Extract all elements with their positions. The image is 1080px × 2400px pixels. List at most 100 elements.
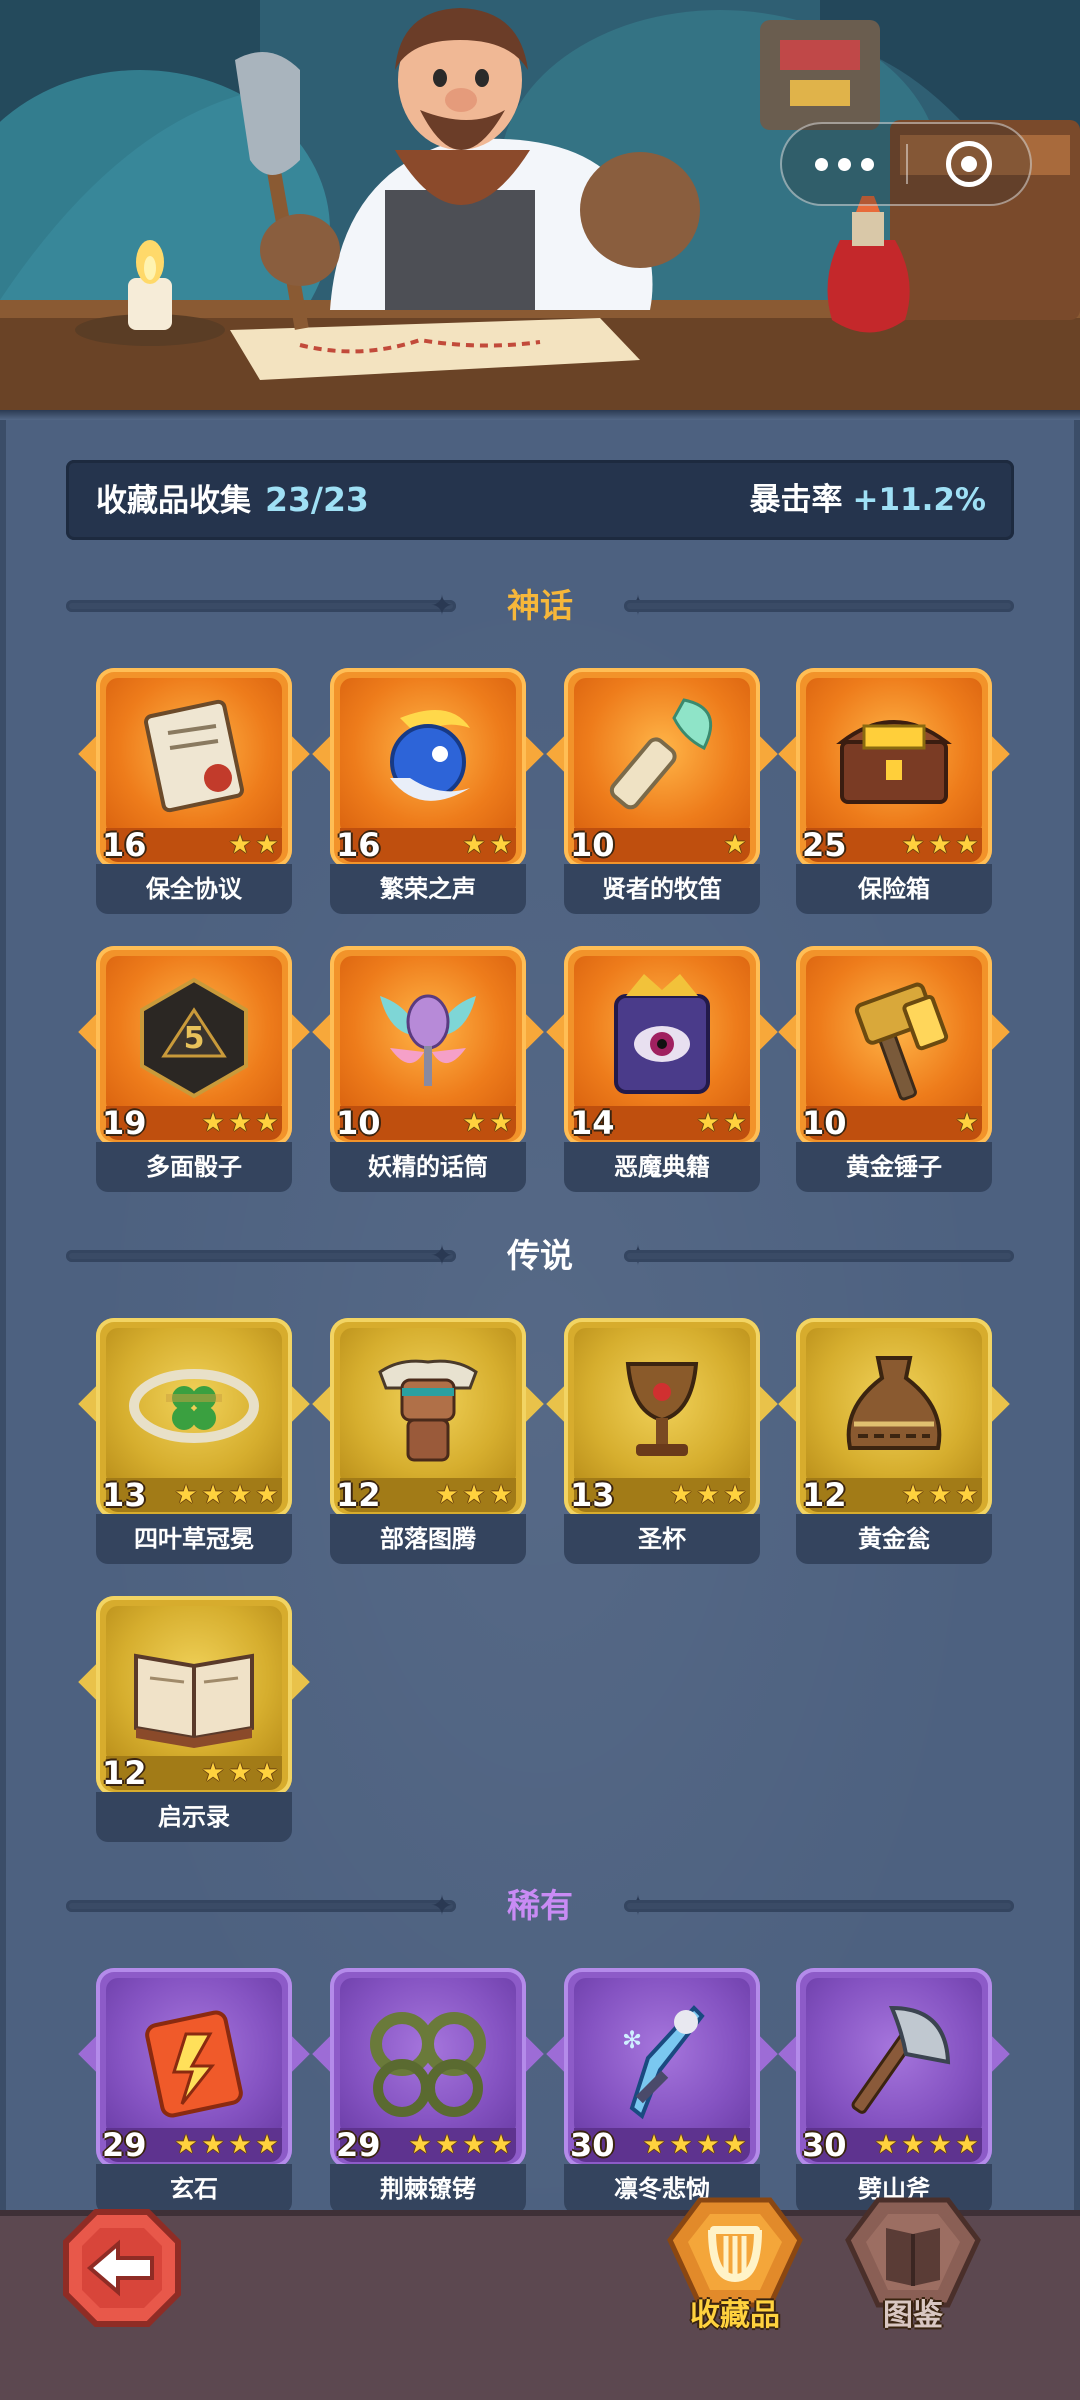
star-icon: ★ — [255, 830, 279, 860]
star-icon: ★ — [228, 830, 252, 860]
collectible-card[interactable]: 13 ★ ★ ★ 圣杯 — [546, 1318, 778, 1564]
card-icon-area — [340, 956, 516, 1114]
star-icon: ★ — [201, 1758, 225, 1788]
blue-orb-icon — [390, 710, 470, 801]
star-icon: ★ — [462, 1480, 486, 1510]
card-level: 29 — [336, 2126, 381, 2164]
star-icon: ★ — [228, 2130, 252, 2160]
card-star-rating: ★ ★ ★ — [668, 1482, 748, 1508]
card-star-rating: ★ ★ — [461, 1110, 514, 1136]
crit-rate-group: 暴击率 +11.2% — [749, 460, 986, 540]
card-level: 29 — [102, 2126, 147, 2164]
collectible-card[interactable]: 25 ★ ★ ★ 保险箱 — [778, 668, 1010, 914]
collectible-card[interactable]: 10 ★ 贤者的牧笛 — [546, 668, 778, 914]
card-star-rating: ★ — [954, 1110, 980, 1136]
collectible-card[interactable]: 10 ★ ★ 妖精的话筒 — [312, 946, 544, 1192]
star-icon: ★ — [696, 1108, 720, 1138]
collectible-card[interactable]: 12 ★ ★ ★ 部落图腾 — [312, 1318, 544, 1564]
star-icon: ★ — [489, 830, 513, 860]
section-divider-legend: ✦ 传说 ✦ — [66, 1230, 1014, 1282]
card-level: 12 — [336, 1476, 381, 1514]
collection-summary-bar: 收藏品收集 23/23 暴击率 +11.2% — [66, 460, 1014, 540]
star-icon: ★ — [489, 1480, 513, 1510]
card-name: 圣杯 — [638, 1525, 686, 1553]
golden-urn-icon — [846, 1356, 942, 1450]
card-icon-area — [574, 1328, 750, 1486]
divider-line-right — [624, 600, 1014, 612]
star-icon: ★ — [201, 2130, 225, 2160]
star-icon: ★ — [174, 2130, 198, 2160]
card-star-rating: ★ ★ ★ — [900, 832, 980, 858]
card-name: 妖精的话筒 — [368, 1153, 488, 1181]
card-icon-area — [106, 1328, 282, 1486]
battle-axe-icon — [851, 2005, 951, 2114]
collection-title: 收藏品收集 — [96, 483, 251, 519]
star-icon: ★ — [255, 1480, 279, 1510]
card-icon-area: 5 — [106, 956, 282, 1114]
collection-count: 23/23 — [265, 480, 369, 519]
nav-collection-tab[interactable]: 收藏品 — [660, 2190, 810, 2360]
section-divider-rare: ✦ 稀有 ✦ — [66, 1880, 1014, 1932]
hero-illustration — [0, 0, 1080, 416]
star-icon: ★ — [928, 830, 952, 860]
collectible-card[interactable]: ✻ 30 ★ ★ ★ ★ 凛冬悲恸 — [546, 1968, 778, 2214]
divider-line-right — [624, 1900, 1014, 1912]
card-level: 14 — [570, 1104, 615, 1142]
card-star-rating: ★ ★ — [227, 832, 280, 858]
card-level: 10 — [336, 1104, 381, 1142]
star-icon: ★ — [435, 1480, 459, 1510]
star-icon: ★ — [228, 1108, 252, 1138]
back-button[interactable] — [60, 2206, 184, 2330]
collectible-card[interactable]: 14 ★ ★ 恶魔典籍 — [546, 946, 778, 1192]
card-star-rating: ★ ★ ★ ★ — [873, 2132, 980, 2158]
target-close-icon[interactable] — [908, 124, 1030, 204]
card-level: 12 — [102, 1754, 147, 1792]
card-icon-area — [574, 956, 750, 1114]
collectible-card[interactable]: 10 ★ 黄金锤子 — [778, 946, 1010, 1192]
star-icon: ★ — [901, 1480, 925, 1510]
card-level: 16 — [102, 826, 147, 864]
svg-text:5: 5 — [184, 1021, 205, 1056]
crit-rate-label: 暴击率 — [749, 482, 843, 518]
star-icon: ★ — [723, 1108, 747, 1138]
scroll-contract-icon — [144, 699, 244, 813]
star-icon: ★ — [955, 1108, 979, 1138]
star-icon: ★ — [174, 1480, 198, 1510]
card-name: 黄金瓮 — [858, 1525, 930, 1553]
star-icon: ★ — [901, 2130, 925, 2160]
collectible-card[interactable]: 29 ★ ★ ★ ★ 荆棘镣铐 — [312, 1968, 544, 2214]
collectible-card[interactable]: 29 ★ ★ ★ ★ 玄石 — [78, 1968, 310, 2214]
card-icon-area — [106, 1978, 282, 2136]
collectible-card[interactable]: 12 ★ ★ ★ 启示录 — [78, 1596, 310, 1842]
card-name: 多面骰子 — [146, 1153, 242, 1181]
star-icon: ★ — [462, 2130, 486, 2160]
card-name: 繁荣之声 — [380, 875, 476, 903]
star-icon: ★ — [723, 830, 747, 860]
star-icon: ★ — [955, 830, 979, 860]
collectible-card[interactable]: 5 19 ★ ★ ★ 多面骰子 — [78, 946, 310, 1192]
d20-dice-icon: 5 — [140, 977, 248, 1099]
card-level: 13 — [570, 1476, 615, 1514]
fairy-microphone-icon — [380, 994, 476, 1086]
card-name: 恶魔典籍 — [614, 1153, 710, 1181]
collectible-card[interactable]: 12 ★ ★ ★ 黄金瓮 — [778, 1318, 1010, 1564]
card-star-rating: ★ ★ ★ ★ — [173, 2132, 280, 2158]
collectible-card[interactable]: 16 ★ ★ 繁荣之声 — [312, 668, 544, 914]
card-star-rating: ★ ★ ★ ★ — [407, 2132, 514, 2158]
nav-codex-tab[interactable]: 图鉴 — [838, 2190, 988, 2360]
more-dots-icon[interactable] — [782, 124, 906, 204]
card-name: 四叶草冠冕 — [134, 1525, 254, 1553]
card-star-rating: ★ ★ — [695, 1110, 748, 1136]
collectible-card[interactable]: 16 ★ ★ 保全协议 — [78, 668, 310, 914]
card-star-rating: ★ ★ ★ — [200, 1110, 280, 1136]
collectible-card[interactable]: 13 ★ ★ ★ ★ 四叶草冠冕 — [78, 1318, 310, 1564]
demon-book-icon — [614, 974, 710, 1094]
thorn-shackles-icon — [370, 2012, 486, 2117]
card-level: 12 — [802, 1476, 847, 1514]
star-icon: ★ — [228, 1480, 252, 1510]
star-icon: ★ — [642, 2130, 666, 2160]
card-icon-area — [806, 1328, 982, 1486]
card-level: 16 — [336, 826, 381, 864]
collectible-card[interactable]: 30 ★ ★ ★ ★ 劈山斧 — [778, 1968, 1010, 2214]
card-icon-area — [106, 678, 282, 836]
